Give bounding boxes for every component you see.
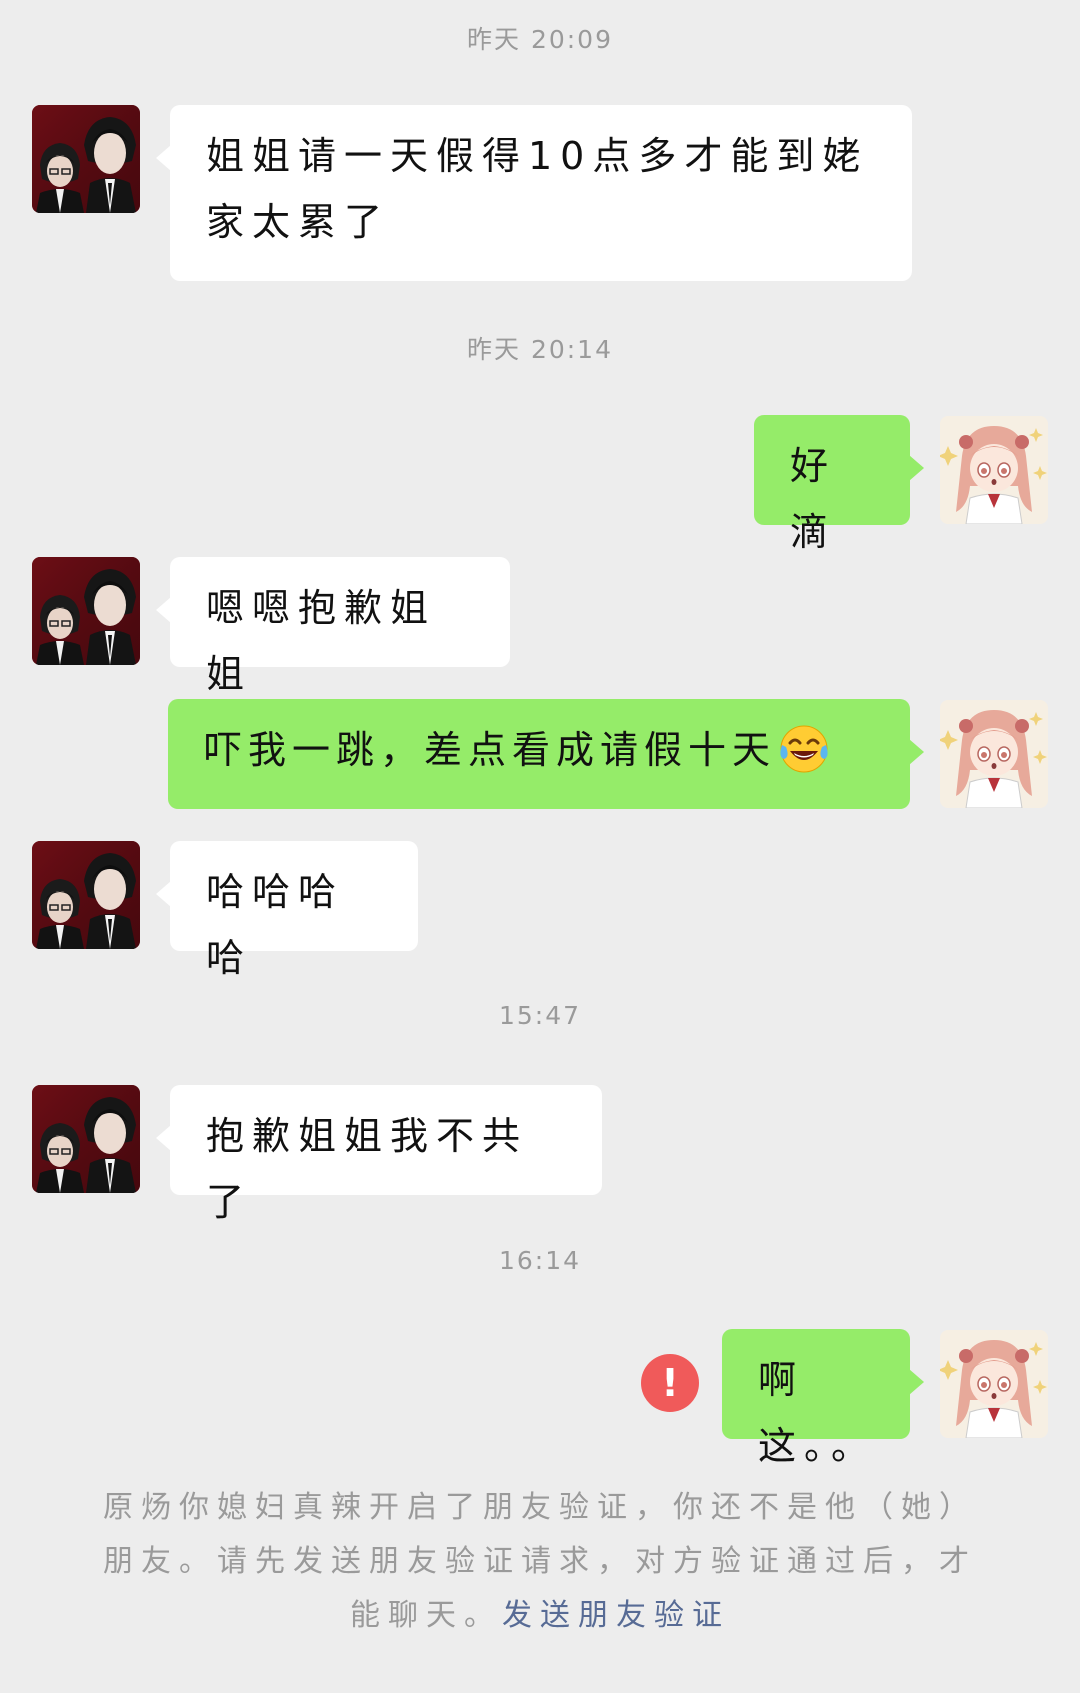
user-avatar[interactable] bbox=[940, 1330, 1048, 1438]
message-bubble-outgoing[interactable]: 好滴 bbox=[754, 415, 924, 554]
tears-of-joy-icon bbox=[778, 723, 830, 775]
contact-avatar[interactable] bbox=[32, 1085, 140, 1193]
message-text: 好滴 bbox=[790, 444, 837, 554]
contact-avatar[interactable] bbox=[32, 105, 140, 213]
message-bubble-incoming[interactable]: 嗯嗯抱歉姐姐 bbox=[156, 557, 510, 696]
message-text: 啊这。。 bbox=[758, 1358, 878, 1468]
message-text: 姐姐请一天假得10点多才能到姥家太累了 bbox=[206, 134, 869, 244]
message-text: 吓我一跳，差点看成请假十天 bbox=[204, 728, 777, 772]
friend-verification-notice: 原炀你媳妇真辣开启了朋友验证，你还不是他（她）朋友。请先发送朋友验证请求，对方验… bbox=[90, 1481, 990, 1643]
message-text: 嗯嗯抱歉姐姐 bbox=[206, 586, 437, 696]
send-verification-link[interactable]: 发送朋友验证 bbox=[502, 1598, 730, 1633]
contact-avatar[interactable] bbox=[32, 841, 140, 949]
message-bubble-outgoing[interactable]: 吓我一跳，差点看成请假十天 bbox=[168, 699, 924, 809]
message-text: 哈哈哈哈 bbox=[206, 870, 345, 980]
message-text: 抱歉姐姐我不共了 bbox=[206, 1114, 529, 1224]
message-bubble-incoming[interactable]: 哈哈哈哈 bbox=[156, 841, 418, 980]
user-avatar[interactable] bbox=[940, 416, 1048, 524]
user-avatar[interactable] bbox=[940, 700, 1048, 808]
message-bubble-incoming[interactable]: 抱歉姐姐我不共了 bbox=[156, 1085, 602, 1224]
timestamp: 昨天 20:14 bbox=[467, 335, 613, 364]
timestamp: 16:14 bbox=[498, 1246, 582, 1275]
message-bubble-outgoing[interactable]: 啊这。。 bbox=[722, 1329, 924, 1468]
timestamp: 昨天 20:09 bbox=[467, 25, 613, 54]
exclamation-circle-icon[interactable]: ! bbox=[641, 1354, 699, 1412]
message-bubble-incoming[interactable]: 姐姐请一天假得10点多才能到姥家太累了 bbox=[156, 105, 912, 281]
timestamp: 15:47 bbox=[498, 1001, 582, 1030]
contact-avatar[interactable] bbox=[32, 557, 140, 665]
